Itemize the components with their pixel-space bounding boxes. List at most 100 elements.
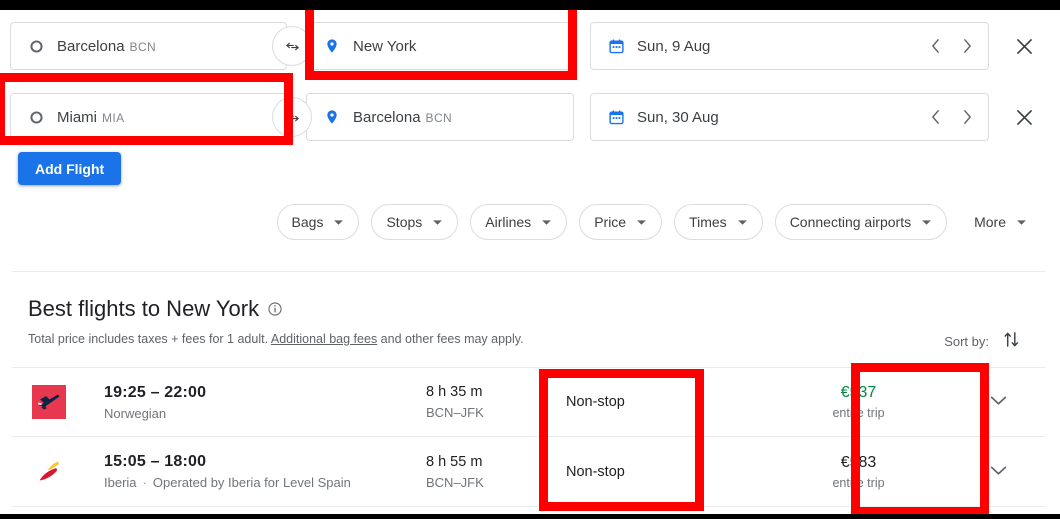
filter-chip-connecting-airports[interactable]: Connecting airports bbox=[774, 204, 948, 240]
filter-chip-stops[interactable]: Stops bbox=[371, 204, 459, 240]
flight-airline: Norwegian bbox=[104, 406, 426, 421]
iberia-logo bbox=[32, 455, 66, 489]
date-field-2[interactable]: Sun, 30 Aug bbox=[590, 93, 989, 141]
additional-bag-fees-link[interactable]: Additional bag fees bbox=[271, 332, 377, 346]
destination-city-1: New York bbox=[353, 37, 417, 55]
flight-results-list: 19:25 – 22:00 Norwegian 8 h 35 m BCN–JFK… bbox=[12, 367, 1046, 507]
flight-duration: 8 h 35 m bbox=[426, 384, 483, 400]
date-field-1[interactable]: Sun, 9 Aug bbox=[590, 22, 989, 70]
remove-flight-button-2[interactable] bbox=[1000, 93, 1048, 141]
origin-city-1: Barcelona bbox=[57, 37, 125, 55]
filter-chip-label: Times bbox=[689, 214, 727, 230]
bottom-black-strip bbox=[0, 514, 1060, 519]
table-row[interactable]: 19:25 – 22:00 Norwegian 8 h 35 m BCN–JFK… bbox=[12, 367, 1046, 437]
remove-flight-button-1[interactable] bbox=[1000, 22, 1048, 70]
close-icon bbox=[1016, 38, 1032, 54]
flight-times-cell: 15:05 – 18:00 Iberia · Operated by Iberia … bbox=[86, 453, 426, 490]
calendar-icon bbox=[605, 106, 627, 128]
swap-button-1[interactable] bbox=[272, 26, 312, 66]
chevron-down-icon bbox=[737, 219, 748, 226]
next-date-button-2[interactable] bbox=[956, 103, 978, 131]
airline-operator: Operated by Iberia for Level Spain bbox=[152, 475, 351, 490]
airline-name: Iberia bbox=[104, 475, 137, 490]
filter-chip-price[interactable]: Price bbox=[579, 204, 663, 240]
next-date-button-1[interactable] bbox=[956, 32, 978, 60]
filter-chips: Bags Stops Airlines Price Times Connecti… bbox=[0, 204, 1060, 240]
info-icon[interactable] bbox=[267, 301, 283, 317]
origin-code-1: BCN bbox=[129, 39, 157, 54]
chevron-down-icon bbox=[636, 219, 647, 226]
circle-outline-icon bbox=[25, 106, 47, 128]
location-pin-icon bbox=[321, 35, 343, 57]
subtitle-before: Total price includes taxes + fees for 1 … bbox=[28, 332, 271, 346]
calendar-icon bbox=[605, 35, 627, 57]
flight-duration-cell: 8 h 55 m BCN–JFK bbox=[426, 454, 566, 490]
filter-chip-label: Bags bbox=[291, 214, 324, 230]
section-divider bbox=[12, 271, 1046, 272]
circle-outline-icon bbox=[25, 35, 47, 57]
prev-date-button-1[interactable] bbox=[924, 32, 946, 60]
filter-chip-label: Stops bbox=[386, 214, 423, 230]
results-title-text: Best flights to New York bbox=[28, 296, 260, 321]
filter-chip-bags[interactable]: Bags bbox=[276, 204, 360, 240]
date-nav-1 bbox=[924, 23, 978, 69]
filter-chip-times[interactable]: Times bbox=[674, 204, 763, 240]
destination-city-2: Barcelona bbox=[353, 108, 421, 126]
airline-logo-cell bbox=[12, 455, 86, 489]
flight-airline: Iberia · Operated by Iberia for Level Spai… bbox=[104, 475, 426, 490]
airline-name: Norwegian bbox=[104, 405, 167, 421]
chevron-down-icon bbox=[1016, 219, 1027, 226]
flight-price-note: entire trip bbox=[832, 406, 885, 420]
flight-duration-cell: 8 h 35 m BCN–JFK bbox=[426, 384, 566, 420]
close-icon bbox=[1016, 109, 1032, 125]
origin-field-2[interactable]: Miami MIA bbox=[10, 93, 287, 141]
expand-flight-button[interactable] bbox=[951, 463, 1046, 481]
destination-field-1[interactable]: New York bbox=[306, 22, 574, 70]
chevron-down-icon bbox=[432, 219, 443, 226]
add-flight-button[interactable]: Add Flight bbox=[18, 152, 122, 185]
filter-chip-label: More bbox=[974, 214, 1006, 230]
table-row[interactable]: 15:05 – 18:00 Iberia · Operated by Iberia … bbox=[12, 437, 1046, 507]
expand-flight-button[interactable] bbox=[951, 393, 1046, 411]
filter-chip-label: Price bbox=[594, 214, 627, 230]
destination-field-2[interactable]: Barcelona BCN bbox=[306, 93, 574, 141]
flight-stops: Non-stop bbox=[566, 463, 625, 480]
flight-search-page: Barcelona BCN New York Sun, 9 Aug Miami … bbox=[0, 0, 1060, 519]
flight-row-2: Miami MIA Barcelona BCN Sun, 30 Aug bbox=[0, 81, 1060, 152]
origin-code-2: MIA bbox=[102, 110, 125, 125]
flight-times: 15:05 – 18:00 bbox=[104, 453, 207, 470]
swap-horizontal-icon bbox=[285, 113, 299, 121]
flight-route: BCN–JFK bbox=[426, 405, 484, 420]
flight-stops: Non-stop bbox=[566, 394, 625, 410]
flight-times: 19:25 – 22:00 bbox=[104, 383, 207, 401]
flight-times-cell: 19:25 – 22:00 Norwegian bbox=[86, 384, 426, 421]
swap-horizontal-icon bbox=[285, 42, 299, 50]
chevron-down-icon bbox=[541, 219, 552, 226]
filter-chip-airlines[interactable]: Airlines bbox=[470, 204, 568, 240]
prev-date-button-2[interactable] bbox=[924, 103, 946, 131]
flight-price: €583 bbox=[840, 453, 877, 471]
date-value-1: Sun, 9 Aug bbox=[637, 37, 711, 55]
filter-chip-more[interactable]: More bbox=[959, 204, 1042, 240]
flight-price-note: entire trip bbox=[832, 475, 885, 490]
date-nav-2 bbox=[924, 94, 978, 140]
flight-duration: 8 h 55 m bbox=[426, 453, 483, 470]
flight-row-1: Barcelona BCN New York Sun, 9 Aug bbox=[0, 10, 1060, 81]
norwegian-logo bbox=[32, 385, 66, 419]
date-value-2: Sun, 30 Aug bbox=[637, 108, 719, 126]
sort-arrows-icon[interactable] bbox=[1003, 330, 1020, 352]
results-subtitle: Total price includes taxes + fees for 1 … bbox=[28, 332, 524, 346]
sort-by-control[interactable]: Sort by: bbox=[944, 330, 1020, 352]
swap-button-2[interactable] bbox=[272, 97, 312, 137]
chevron-down-icon bbox=[921, 219, 932, 226]
sort-by-label: Sort by: bbox=[944, 333, 989, 349]
top-black-strip bbox=[0, 0, 1060, 10]
destination-code-2: BCN bbox=[425, 110, 453, 125]
search-form: Barcelona BCN New York Sun, 9 Aug Miami … bbox=[0, 10, 1060, 152]
chevron-down-icon bbox=[990, 463, 1007, 481]
chevron-down-icon bbox=[333, 219, 344, 226]
origin-field-1[interactable]: Barcelona BCN bbox=[10, 22, 287, 70]
filter-chip-label: Connecting airports bbox=[789, 214, 912, 230]
chevron-down-icon bbox=[990, 393, 1007, 411]
location-pin-icon bbox=[321, 106, 343, 128]
